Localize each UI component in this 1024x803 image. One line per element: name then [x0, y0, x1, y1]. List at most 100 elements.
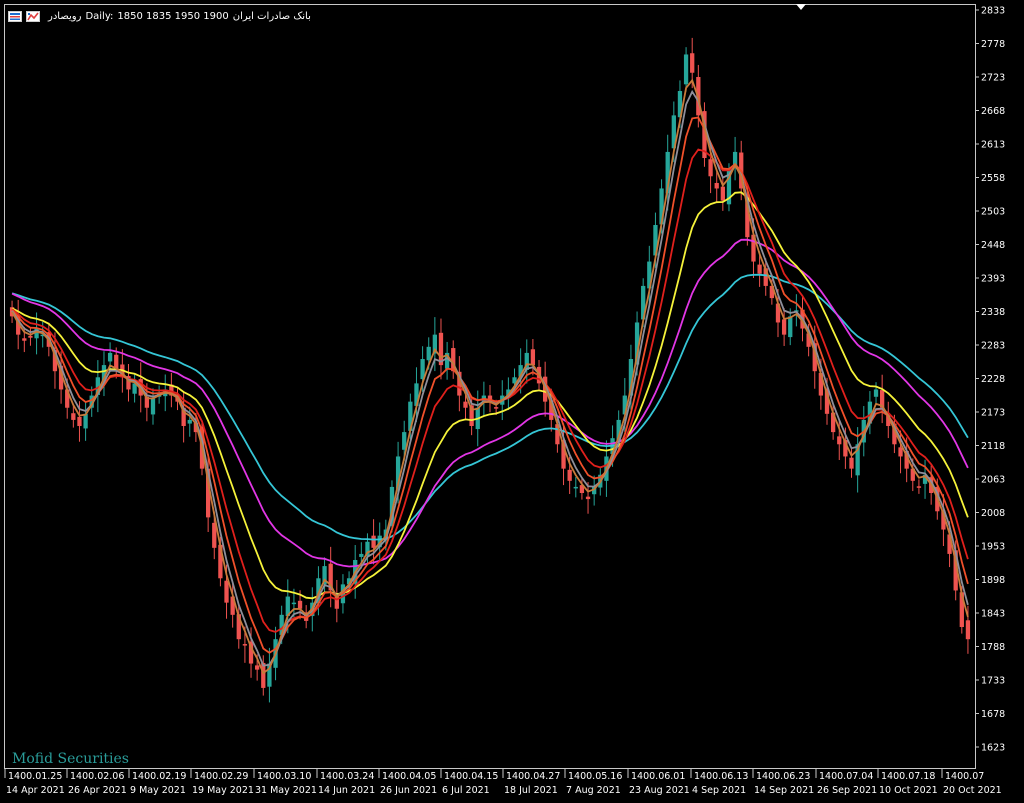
candle-body: [965, 620, 971, 640]
x-tick-label-shamsi: 1400.07: [945, 771, 984, 782]
y-tick-label: 2283: [981, 341, 1005, 352]
y-tick-label: 2448: [981, 240, 1005, 251]
candle-body: [837, 436, 842, 445]
candle-body: [690, 53, 695, 73]
y-tick-label: 2778: [981, 39, 1005, 50]
x-tick-label-shamsi: 1400.06.23: [756, 771, 810, 782]
y-tick-label: 1898: [981, 575, 1005, 586]
y-tick-label: 1623: [981, 743, 1005, 754]
x-tick-label-gregorian: 20 Oct 2021: [943, 785, 1002, 796]
candle-body: [83, 413, 88, 429]
y-tick-label: 2228: [981, 374, 1005, 385]
candle-body: [71, 413, 76, 420]
candle-body: [187, 419, 192, 424]
x-tick-label-shamsi: 1400.07.18: [881, 771, 935, 782]
x-tick-label-shamsi: 1400.02.19: [132, 771, 186, 782]
candle-body: [683, 54, 689, 85]
watermark: Mofid Securities: [12, 751, 129, 767]
x-tick-label-shamsi: 1400.01.25: [8, 771, 62, 782]
y-tick-label: 2118: [981, 441, 1005, 452]
candle-body: [261, 662, 266, 688]
x-tick-label-shamsi: 1400.05.16: [568, 771, 622, 782]
candle-body: [297, 600, 303, 609]
y-tick-label: 2338: [981, 307, 1005, 318]
y-tick-label: 1678: [981, 709, 1005, 720]
x-tick-label-shamsi: 1400.04.05: [382, 771, 436, 782]
candle-body: [493, 407, 499, 409]
candle-body: [573, 486, 578, 489]
y-tick-label: 1788: [981, 642, 1005, 653]
price-axis: 2833 2778 2723 2668 2613 2558 2503 2448 2393 2338…: [975, 6, 1005, 754]
candle-body: [224, 580, 229, 603]
x-tick-label-gregorian: 23 Aug 2021: [629, 785, 690, 796]
x-tick-label-gregorian: 4 Sep 2021: [692, 785, 746, 796]
x-tick-label-gregorian: 6 Jul 2021: [442, 785, 490, 796]
ma-gray-line: [11, 89, 969, 667]
candle-body: [757, 264, 762, 274]
candle-body: [567, 469, 572, 481]
candle-body: [77, 416, 82, 427]
candle-body: [150, 398, 156, 415]
y-tick-label: 2173: [981, 408, 1005, 419]
y-tick-label: 2063: [981, 475, 1005, 486]
candle-body: [426, 346, 431, 361]
x-tick-label-shamsi: 1400.02.29: [194, 771, 248, 782]
x-tick-label-gregorian: 26 Jun 2021: [380, 785, 437, 796]
candle-body: [585, 496, 591, 500]
x-tick-label-gregorian: 14 Sep 2021: [754, 785, 814, 796]
candle-body: [708, 159, 713, 177]
x-tick-label-gregorian: 9 May 2021: [130, 785, 186, 796]
y-tick-label: 1843: [981, 609, 1005, 620]
x-tick-label-gregorian: 31 May 2021: [255, 785, 317, 796]
x-tick-label-shamsi: 1400.02.06: [70, 771, 124, 782]
candle-body: [714, 182, 719, 189]
y-tick-label: 2668: [981, 106, 1005, 117]
x-tick-label-shamsi: 1400.06.13: [694, 771, 748, 782]
candle-body: [22, 338, 27, 341]
candle-body: [242, 644, 248, 646]
x-tick-label-shamsi: 1400.04.15: [444, 771, 498, 782]
x-tick-label-gregorian: 26 Sep 2021: [817, 785, 877, 796]
time-axis: 1400.01.25 1400.02.06 1400.02.19 1400.02.29…: [4, 768, 1002, 796]
y-tick-label: 2503: [981, 207, 1005, 218]
y-tick-label: 2833: [981, 6, 1005, 17]
x-tick-label-gregorian: 14 Jun 2021: [318, 785, 375, 796]
candle-body: [873, 389, 879, 397]
y-tick-label: 2558: [981, 173, 1005, 184]
y-tick-label: 1953: [981, 542, 1005, 553]
x-tick-label-shamsi: 1400.07.04: [819, 771, 873, 782]
x-tick-label-gregorian: 18 Jul 2021: [504, 785, 558, 796]
moving-averages-layer: [11, 78, 969, 675]
price-chart: 2833 2778 2723 2668 2613 2558 2503 2448 2393 2338…: [4, 6, 1005, 796]
candle-body: [530, 349, 536, 366]
candle-body: [359, 553, 364, 557]
x-tick-label-gregorian: 14 Apr 2021: [6, 785, 65, 796]
candle-body: [463, 401, 468, 408]
candle-body: [898, 447, 903, 457]
candle-body: [291, 602, 297, 605]
y-tick-label: 2008: [981, 508, 1005, 519]
candle-body: [849, 457, 854, 469]
candle-body: [371, 535, 376, 548]
chart-window[interactable]: رویصادر Daily: 1850 1835 1950 1900 بانک …: [0, 0, 1024, 803]
candles-layer: [9, 37, 971, 703]
candle-body: [781, 319, 787, 335]
x-tick-label-gregorian: 26 Apr 2021: [68, 785, 127, 796]
y-tick-label: 2393: [981, 274, 1005, 285]
y-tick-label: 2613: [981, 140, 1005, 151]
x-tick-label-gregorian: 10 Oct 2021: [879, 785, 938, 796]
candle-body: [28, 335, 33, 338]
x-tick-label-shamsi: 1400.03.10: [257, 771, 311, 782]
x-tick-label-shamsi: 1400.04.27: [506, 771, 560, 782]
candle-body: [916, 486, 922, 488]
y-tick-label: 2723: [981, 73, 1005, 84]
candle-body: [788, 316, 793, 338]
x-tick-label-shamsi: 1400.03.24: [320, 771, 374, 782]
y-tick-label: 1733: [981, 676, 1005, 687]
x-tick-label-gregorian: 7 Aug 2021: [566, 785, 621, 796]
candle-body: [255, 665, 260, 670]
x-tick-label-shamsi: 1400.06.01: [631, 771, 685, 782]
x-tick-label-gregorian: 19 May 2021: [192, 785, 254, 796]
candle-body: [107, 352, 113, 362]
candle-body: [720, 186, 725, 201]
